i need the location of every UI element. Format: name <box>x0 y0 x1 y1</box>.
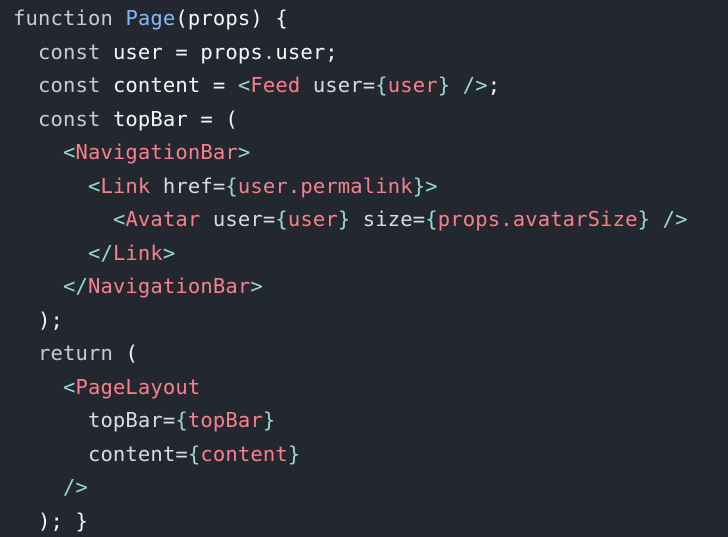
code-token-attr: href= <box>150 173 226 198</box>
code-token-punct: { <box>275 207 288 231</box>
code-token-tag: Link <box>100 173 151 198</box>
code-line: const user = props.user; <box>0 36 728 70</box>
code-token-punct: < <box>237 73 251 97</box>
code-token-attr: user= <box>200 207 276 231</box>
code-token-tag: Link <box>112 240 163 265</box>
code-token-tag: PageLayout <box>75 374 201 399</box>
code-token-tag: NavigationBar <box>87 274 251 298</box>
code-token-punct: < <box>62 374 76 399</box>
code-token-keyword: function <box>13 6 126 30</box>
code-token-attr: topBar= <box>13 408 176 432</box>
code-token-punct: } <box>262 408 276 432</box>
code-token-punct: { <box>425 207 438 231</box>
code-token-keyword: return <box>13 341 126 365</box>
code-token-plain: user; <box>275 39 338 64</box>
code-token-punct: } <box>287 441 301 466</box>
code-token-tag: props.avatarSize <box>437 207 638 231</box>
code-token-plain: ; <box>487 73 501 97</box>
code-token-punct: > <box>237 140 251 164</box>
code-token-keyword: const <box>13 39 113 64</box>
code-line: <Link href={user.permalink}> <box>0 170 728 204</box>
code-token-punct: } /> <box>637 207 688 231</box>
code-token-punct: { <box>375 73 388 97</box>
code-token-tag: user.permalink <box>237 173 413 198</box>
code-token-attr: content= <box>13 441 188 466</box>
code-token-tag: user <box>387 73 438 97</box>
code-token-punct: < <box>87 173 101 198</box>
code-token-punct: > <box>250 274 263 298</box>
code-line: content={content} <box>0 438 728 472</box>
code-token-punct: < <box>112 207 126 231</box>
code-line: <Avatar user={user} size={props.avatarSi… <box>0 203 728 237</box>
code-line: return ( <box>0 337 728 371</box>
code-token-plain: ); <box>13 307 63 332</box>
code-token-keyword: const <box>13 73 113 97</box>
code-token-plain: topBar = ( <box>112 106 238 131</box>
code-token-tag: topBar <box>187 408 263 432</box>
code-token-attr: user= <box>300 73 376 97</box>
code-line: const content = <Feed user={user} />; <box>0 69 728 103</box>
code-line: </NavigationBar> <box>0 270 728 304</box>
code-token-tag: content <box>200 441 288 466</box>
code-token-function: Page <box>125 6 176 30</box>
code-line: ); <box>0 304 728 338</box>
code-token-punct: . <box>262 39 276 64</box>
code-line: <PageLayout <box>0 371 728 405</box>
code-line: <NavigationBar> <box>0 136 728 170</box>
code-token-punct: > <box>162 240 176 265</box>
code-token-punct: </ <box>87 240 113 265</box>
code-token-plain: ); } <box>13 508 88 533</box>
code-token-tag: NavigationBar <box>75 140 238 164</box>
code-token-punct: < <box>62 140 76 164</box>
code-token-punct: } <box>337 207 351 231</box>
code-token-punct: } /> <box>437 73 488 97</box>
code-block: function Page(props) { const user = prop… <box>0 0 728 537</box>
code-token-tag: Avatar <box>125 207 201 231</box>
code-token-tag: user <box>287 207 338 231</box>
code-line: ); } <box>0 505 728 537</box>
code-token-plain: user = props <box>112 39 263 64</box>
code-token-keyword: const <box>13 106 113 131</box>
code-token-punct: { <box>175 408 188 432</box>
code-token-punct: </ <box>62 274 88 298</box>
code-token-plain: ( <box>125 341 138 365</box>
code-line: </Link> <box>0 237 728 271</box>
code-line: function Page(props) { <box>0 2 728 36</box>
code-token-punct: { <box>187 441 201 466</box>
code-token-tag: Feed <box>250 73 301 97</box>
code-token-punct: { <box>225 173 238 198</box>
code-token-punct: /> <box>62 475 88 499</box>
code-token-punct: }> <box>412 173 438 198</box>
code-line: const topBar = ( <box>0 103 728 137</box>
code-token-plain: (props) { <box>175 6 288 30</box>
code-line: topBar={topBar} <box>0 404 728 438</box>
code-line: /> <box>0 471 728 505</box>
code-token-plain: content = <box>112 73 238 97</box>
code-token-attr: size= <box>350 207 426 231</box>
